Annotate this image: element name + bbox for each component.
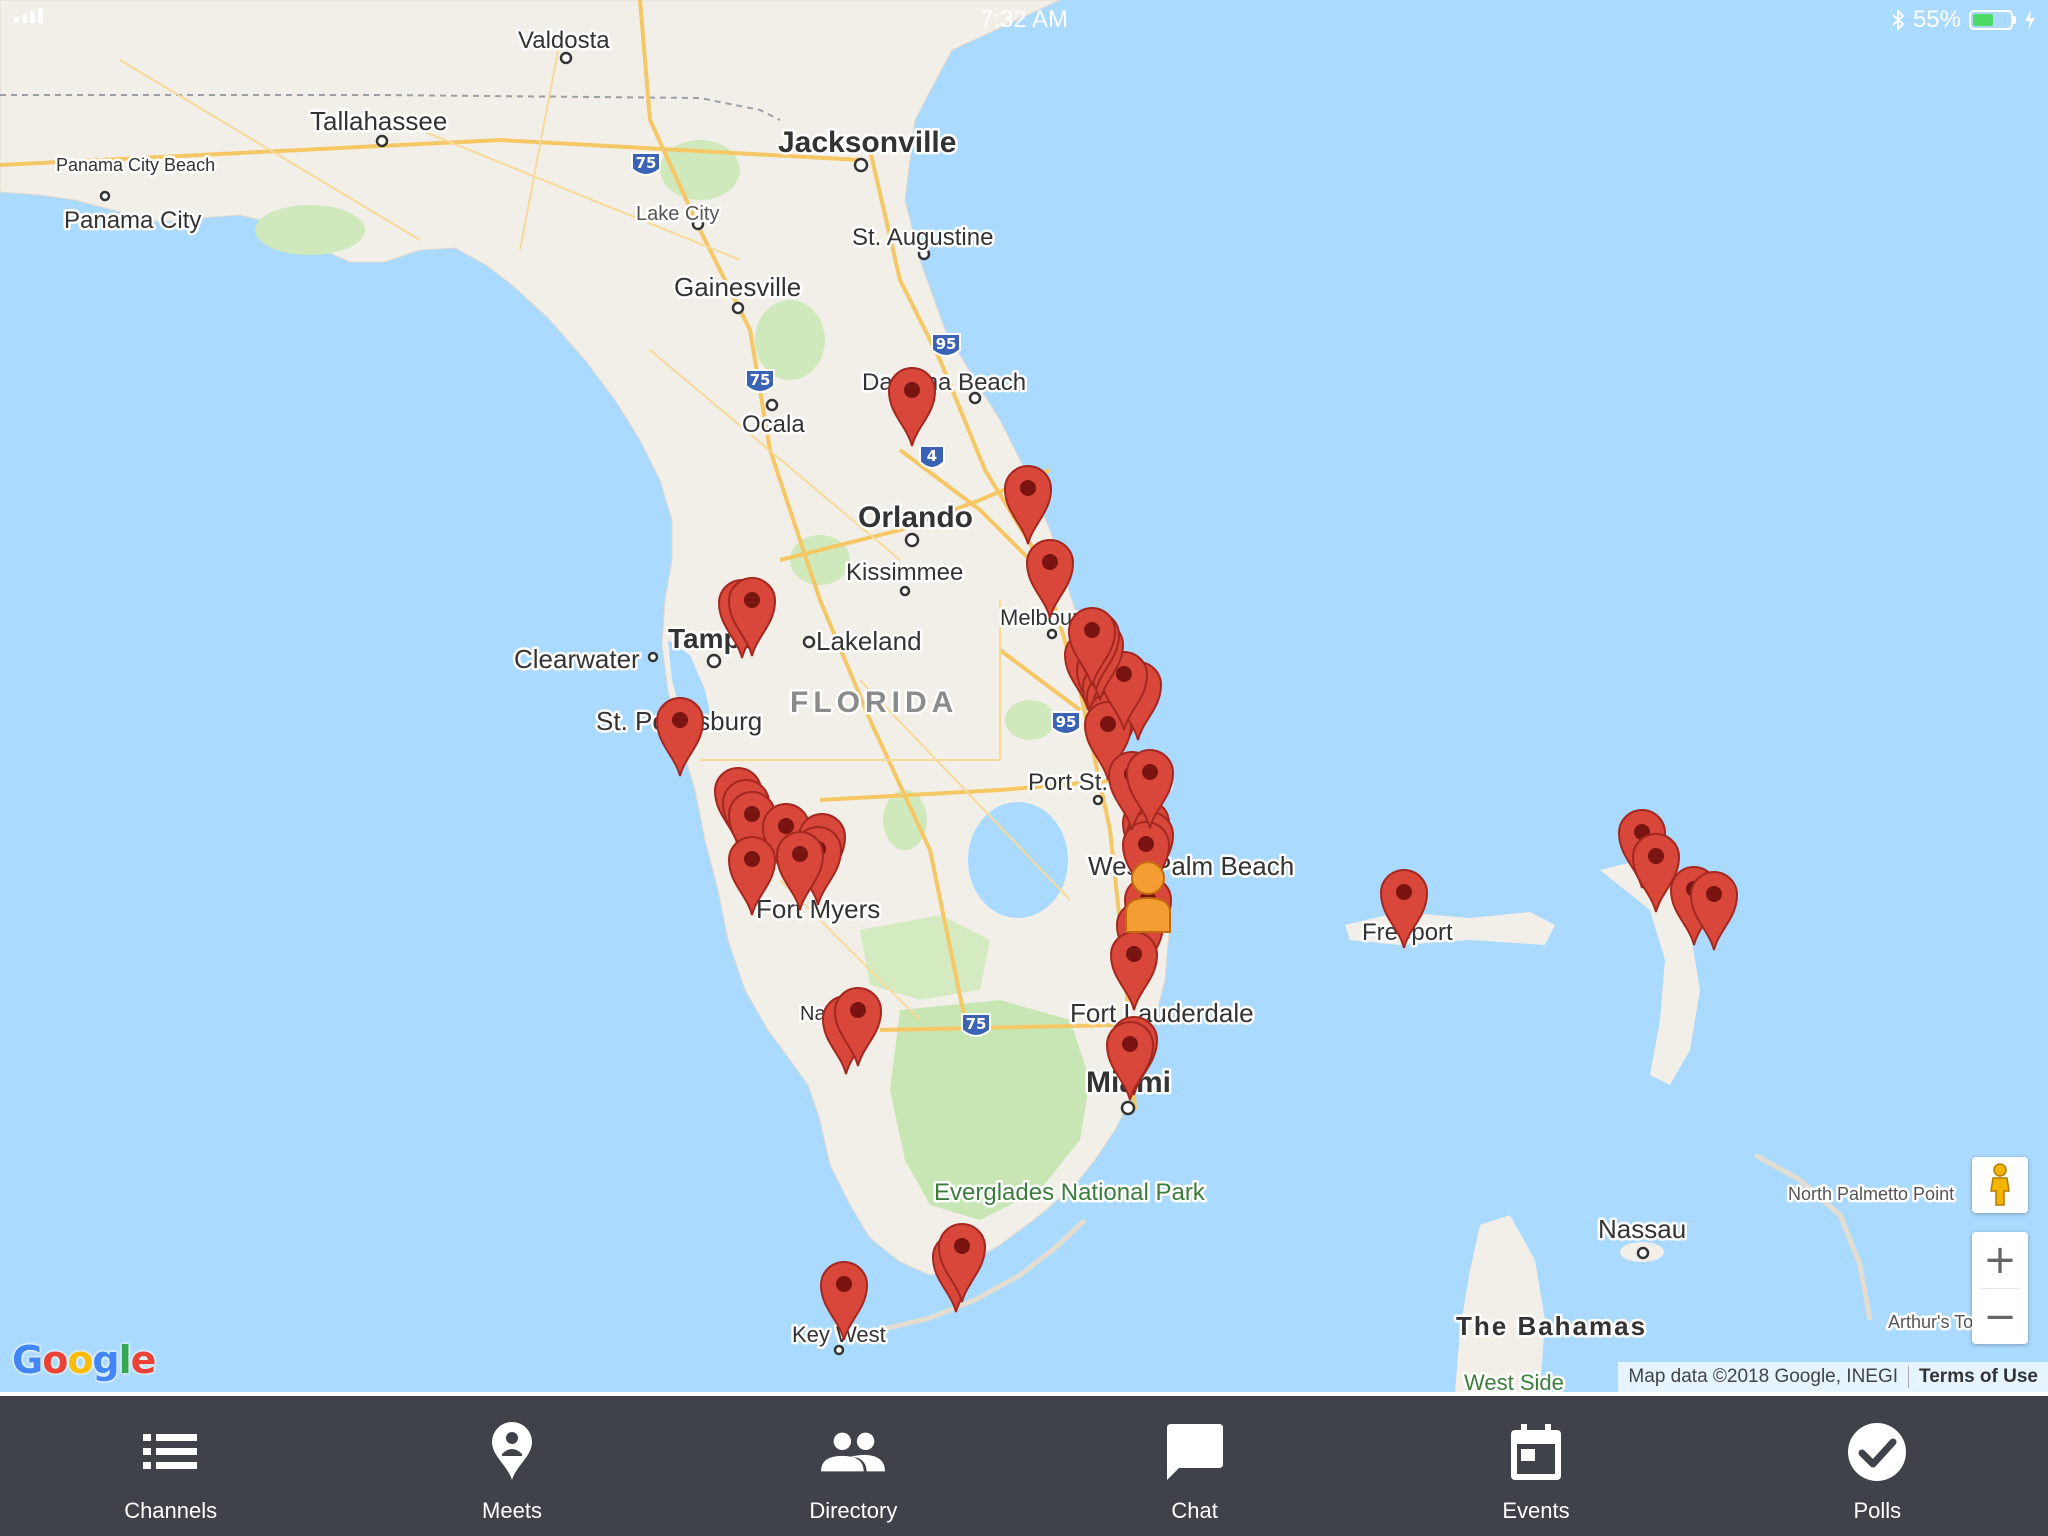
bluetooth-icon	[1892, 9, 1905, 31]
map-label: Jacksonville	[778, 126, 956, 159]
zoom-in-button[interactable]: +	[1972, 1232, 2028, 1288]
battery-icon	[1969, 10, 2013, 30]
google-logo-letter: o	[67, 1338, 93, 1382]
map-label: West Side	[1464, 1370, 1564, 1392]
tab-events[interactable]: Events	[1365, 1396, 1706, 1536]
list-icon	[139, 1420, 203, 1484]
tab-meets[interactable]: Meets	[341, 1396, 682, 1536]
map-label: Kissimmee	[846, 559, 963, 586]
map-label: Daytona Beach	[862, 369, 1026, 396]
tab-label: Directory	[809, 1498, 898, 1523]
google-logo-letter: l	[118, 1338, 132, 1382]
shield-label: 75	[750, 371, 771, 389]
map-label: Gainesville	[674, 272, 801, 302]
shield-label: 75	[966, 1015, 987, 1033]
tab-label: Chat	[1171, 1498, 1218, 1523]
tab-polls[interactable]: Polls	[1707, 1396, 2048, 1536]
shield-label: 95	[936, 335, 957, 353]
map-label: Nassau	[1598, 1214, 1686, 1244]
street-view-button[interactable]	[1972, 1157, 2028, 1213]
tab-label: Polls	[1853, 1498, 1902, 1523]
map-label: Clearwater	[514, 644, 640, 674]
map-label: Panama City	[64, 207, 201, 234]
tab-directory[interactable]: Directory	[683, 1396, 1024, 1536]
tab-label: Meets	[482, 1498, 542, 1523]
chat-bubble-icon	[1163, 1420, 1227, 1484]
charging-icon	[2025, 10, 2035, 30]
map-label: Fort Lauderdale	[1070, 998, 1254, 1028]
calendar-icon	[1504, 1420, 1568, 1484]
checkmark-circle-icon	[1845, 1420, 1909, 1484]
tab-bar: Channels Meets Directory Chat Events Pol…	[0, 1392, 2048, 1536]
lake-okeechobee	[968, 802, 1068, 918]
zoom-out-button[interactable]: −	[1972, 1289, 2028, 1345]
google-logo-letter: G	[12, 1338, 43, 1382]
map-label: Panama City Beach	[56, 155, 215, 175]
map-label: The Bahamas	[1456, 1311, 1647, 1341]
google-logo: Google	[12, 1338, 157, 1382]
tab-channels[interactable]: Channels	[0, 1396, 341, 1536]
tab-chat[interactable]: Chat	[1024, 1396, 1365, 1536]
tab-label: Channels	[124, 1498, 218, 1523]
map-label: West Palm Beach	[1088, 851, 1294, 881]
zoom-control: + −	[1972, 1232, 2028, 1344]
google-logo-letter: g	[92, 1338, 119, 1382]
map-label: Ocala	[742, 411, 805, 438]
terms-of-use-link[interactable]: Terms of Use	[1908, 1366, 2048, 1388]
battery-percent: 55%	[1912, 6, 1961, 33]
tab-label: Events	[1502, 1498, 1570, 1523]
map-label: North Palmetto Point	[1788, 1184, 1954, 1204]
status-bar: 7:32 AM 55%	[0, 0, 2048, 40]
people-icon	[821, 1420, 886, 1484]
map-label: St. Augustine	[852, 224, 993, 251]
map-label: Orlando	[858, 501, 973, 534]
map-label: Lakeland	[816, 626, 922, 656]
map-label: Lake City	[636, 203, 719, 225]
shield-label: 75	[636, 154, 657, 172]
pegman-icon	[1990, 1163, 2010, 1206]
map-label: Everglades National Park	[934, 1179, 1206, 1206]
map-canvas[interactable]: 75 75 95 4 95 75 Valdosta Tallahassee Pa…	[0, 0, 2048, 1392]
attribution-text: Map data ©2018 Google, INEGI	[1628, 1366, 1899, 1387]
map-attribution: Map data ©2018 Google, INEGI Terms of Us…	[1618, 1362, 2048, 1392]
google-logo-letter: e	[130, 1338, 157, 1382]
google-logo-letter: o	[42, 1338, 68, 1382]
shield-label: 4	[927, 447, 937, 465]
status-time: 7:32 AM	[979, 6, 1069, 33]
map-label: FLORIDA	[790, 686, 958, 719]
location-pin-icon	[480, 1420, 544, 1484]
map-label: Tallahassee	[310, 106, 447, 136]
shield-label: 95	[1056, 713, 1077, 731]
